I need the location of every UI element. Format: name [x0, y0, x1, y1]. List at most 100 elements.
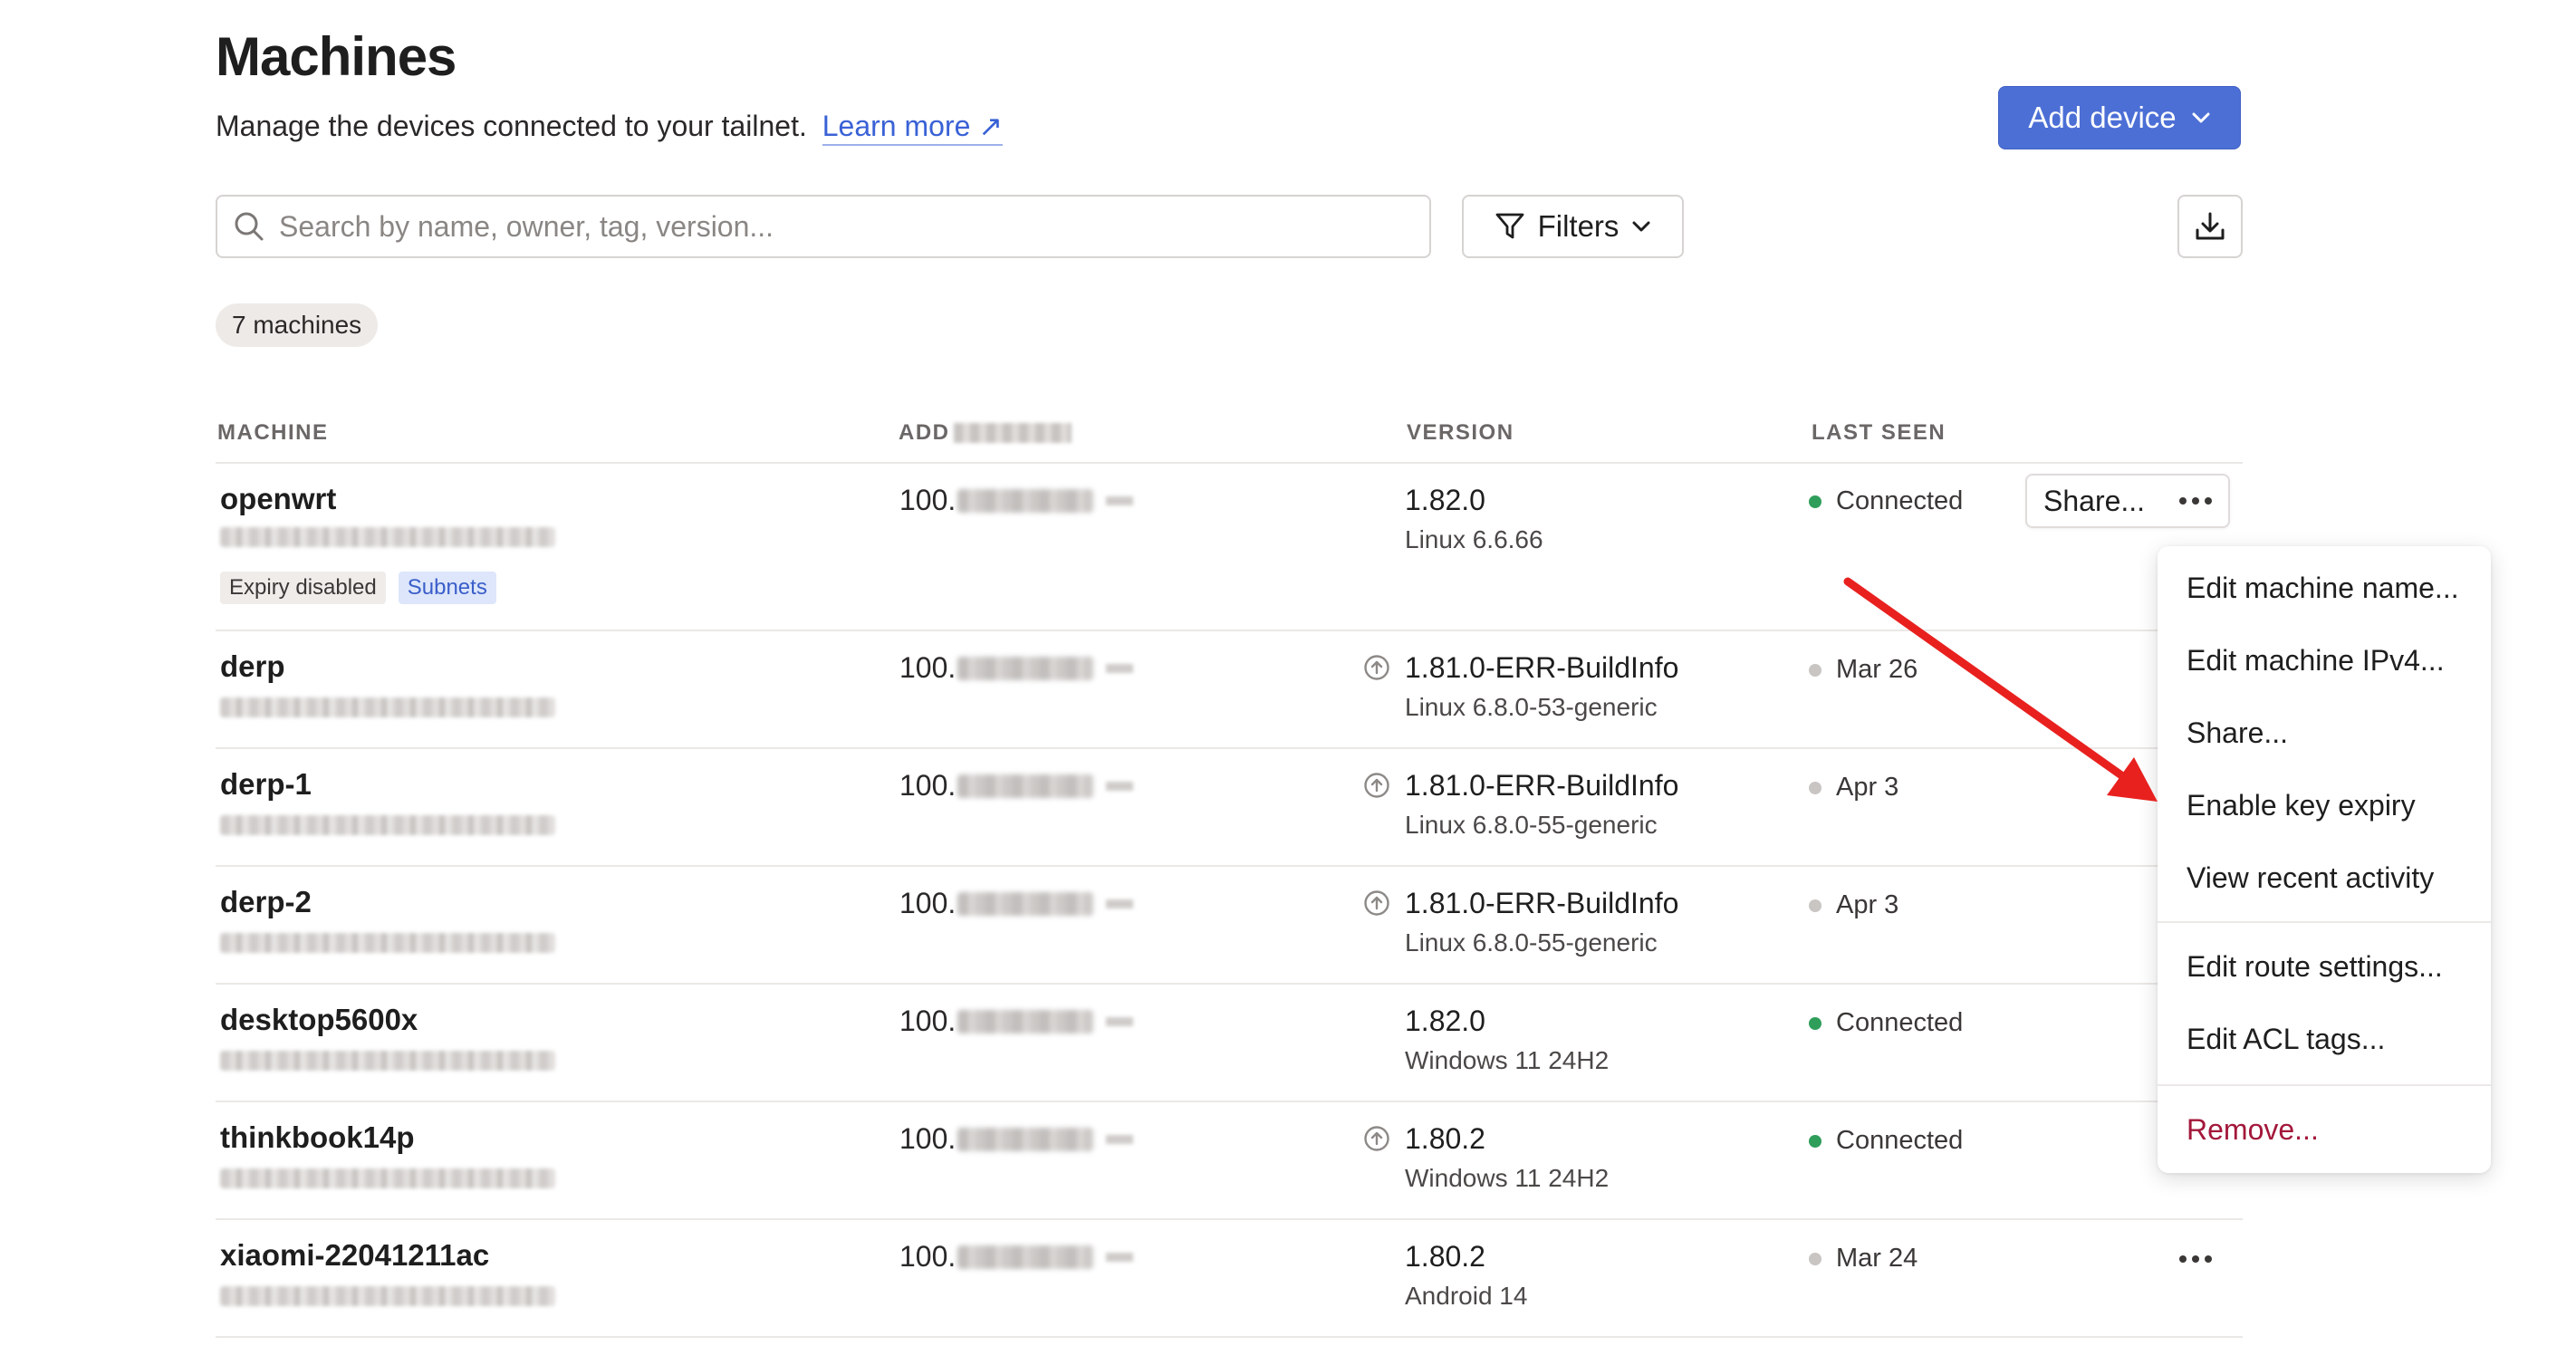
machine-owner-redacted: [220, 527, 555, 547]
chevron-down-icon: [2192, 112, 2210, 123]
ip-redacted: [957, 774, 1094, 798]
share-actions-group[interactable]: Share...: [2025, 474, 2230, 528]
last-seen-text: Connected: [1836, 1008, 1964, 1037]
filters-label: Filters: [1537, 209, 1620, 243]
copy-icon: [1106, 781, 1134, 791]
ip-prefix: 100.: [899, 1005, 956, 1037]
menu-item-remove[interactable]: Remove...: [2187, 1113, 2319, 1147]
machine-name[interactable]: derp-1: [220, 767, 312, 802]
menu-item-edit-route-settings[interactable]: Edit route settings...: [2187, 950, 2443, 984]
machine-version: 1.81.0-ERR-BuildInfo: [1405, 887, 1679, 919]
ip-prefix: 100.: [899, 1240, 956, 1273]
last-seen-text: Connected: [1836, 1126, 1964, 1155]
menu-item-edit-machine-ipv4[interactable]: Edit machine IPv4...: [2187, 644, 2445, 678]
add-device-button[interactable]: Add device: [1998, 86, 2241, 149]
menu-item-edit-acl-tags[interactable]: Edit ACL tags...: [2187, 1023, 2385, 1056]
filters-button[interactable]: Filters: [1462, 195, 1684, 258]
copy-icon: [1106, 663, 1134, 673]
search-box[interactable]: [216, 195, 1431, 258]
status-dot: [1809, 663, 1821, 677]
ip-redacted: [957, 1009, 1094, 1034]
divider: [216, 1218, 2243, 1220]
search-icon: [235, 212, 264, 241]
machine-name[interactable]: xiaomi-22041211ac: [220, 1238, 489, 1273]
menu-item-view-recent-activity[interactable]: View recent activity: [2187, 861, 2434, 895]
ip-prefix: 100.: [899, 1122, 956, 1155]
machine-address[interactable]: 100.: [899, 1122, 1134, 1156]
machine-owner-redacted: [220, 697, 555, 717]
machine-name[interactable]: thinkbook14p: [220, 1120, 415, 1155]
update-available-icon[interactable]: [1363, 654, 1390, 681]
more-icon[interactable]: [2179, 497, 2213, 505]
machine-version: 1.80.2: [1405, 1122, 1485, 1155]
machine-address[interactable]: 100.: [899, 887, 1134, 920]
search-input[interactable]: [277, 208, 1368, 245]
status-dot: [1809, 1134, 1821, 1148]
status-dot: [1809, 495, 1821, 508]
machine-count-badge: 7 machines: [216, 303, 379, 347]
machine-owner-redacted: [220, 815, 555, 835]
machine-address[interactable]: 100.: [899, 1240, 1134, 1274]
column-header-address-label: ADD: [899, 420, 950, 445]
last-seen: Mar 24: [1809, 1244, 1918, 1274]
machine-version: 1.81.0-ERR-BuildInfo: [1405, 769, 1679, 802]
tag-subnets: Subnets: [398, 572, 496, 604]
export-button[interactable]: [2177, 195, 2243, 258]
ip-redacted: [957, 1127, 1094, 1151]
status-dot: [1809, 1252, 1821, 1265]
page-title: Machines: [216, 26, 457, 87]
copy-icon: [1106, 1016, 1134, 1026]
share-button[interactable]: Share...: [2043, 485, 2145, 518]
divider: [216, 865, 2243, 867]
copy-icon: [1106, 1134, 1134, 1144]
machine-version: 1.81.0-ERR-BuildInfo: [1405, 651, 1679, 684]
tag-expiry-disabled: Expiry disabled: [220, 572, 386, 604]
ip-prefix: 100.: [899, 769, 956, 802]
machine-owner-redacted: [220, 1168, 555, 1188]
menu-item-enable-key-expiry[interactable]: Enable key expiry: [2187, 789, 2416, 822]
machine-os: Linux 6.8.0-55-generic: [1405, 811, 1658, 839]
machine-os: Android 14: [1405, 1282, 1528, 1310]
update-available-icon[interactable]: [1363, 1125, 1390, 1152]
machine-version: 1.82.0: [1405, 484, 1485, 516]
machine-os: Windows 11 24H2: [1405, 1164, 1610, 1192]
copy-icon: [1106, 495, 1134, 505]
update-available-icon[interactable]: [1363, 772, 1390, 799]
column-header-machine[interactable]: MACHINE: [217, 420, 329, 446]
redacted-text: [953, 423, 1072, 443]
subtitle-text: Manage the devices connected to your tai…: [216, 110, 807, 142]
update-available-icon[interactable]: [1363, 889, 1390, 917]
machine-address[interactable]: 100.: [899, 769, 1134, 803]
last-seen-text: Apr 3: [1836, 890, 1899, 919]
filter-icon: [1495, 213, 1523, 239]
machine-address[interactable]: 100.: [899, 1005, 1134, 1038]
download-icon: [2196, 212, 2225, 240]
menu-item-edit-machine-name[interactable]: Edit machine name...: [2187, 572, 2459, 605]
last-seen: Connected: [1809, 1126, 1963, 1156]
learn-more-link[interactable]: Learn more ↗: [822, 110, 1004, 146]
machine-name[interactable]: desktop5600x: [220, 1003, 418, 1037]
copy-icon: [1106, 1252, 1134, 1262]
status-dot: [1809, 781, 1821, 794]
machine-os: Windows 11 24H2: [1405, 1046, 1610, 1074]
machine-tags: Expiry disabled Subnets: [220, 572, 496, 604]
machine-name[interactable]: derp: [220, 649, 285, 684]
menu-item-share[interactable]: Share...: [2187, 716, 2288, 750]
copy-icon: [1106, 899, 1134, 909]
more-icon[interactable]: [2179, 1255, 2212, 1263]
menu-separator: [2158, 921, 2491, 923]
column-header-version[interactable]: VERSION: [1407, 420, 1514, 446]
last-seen: Connected: [1809, 1008, 1963, 1038]
divider: [216, 1336, 2243, 1338]
machine-address[interactable]: 100.: [899, 484, 1134, 517]
machine-version: 1.82.0: [1405, 1005, 1485, 1037]
column-header-address[interactable]: ADD: [899, 420, 1072, 446]
machine-owner-redacted: [220, 1286, 555, 1306]
column-header-last-seen[interactable]: LAST SEEN: [1812, 420, 1946, 446]
machine-os: Linux 6.6.66: [1405, 525, 1543, 553]
machine-address[interactable]: 100.: [899, 651, 1134, 685]
machine-name[interactable]: openwrt: [220, 482, 336, 516]
machine-name[interactable]: derp-2: [220, 885, 312, 919]
last-seen-text: Connected: [1836, 486, 1964, 515]
last-seen: Connected: [1809, 486, 1963, 516]
